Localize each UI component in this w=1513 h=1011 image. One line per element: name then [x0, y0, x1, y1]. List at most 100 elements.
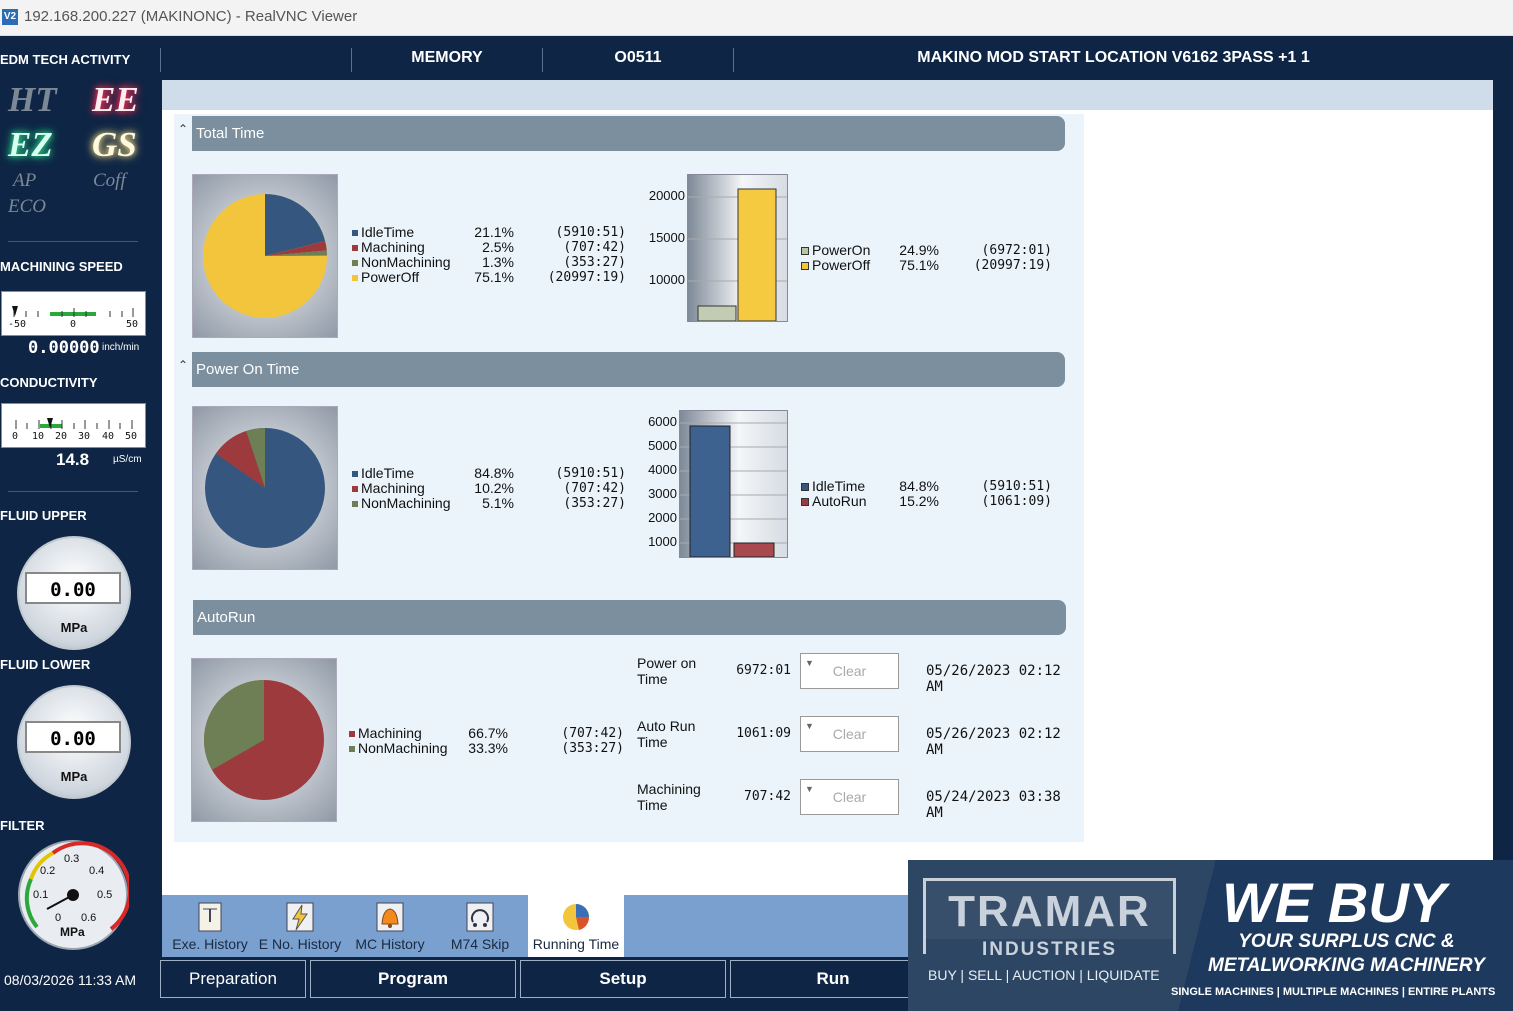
clock: 08/03/2026 11:33 AM	[4, 972, 137, 988]
total-bar-pcts: 24.9% 75.1%	[887, 243, 939, 273]
ad-headline: WE BUY	[1222, 871, 1446, 934]
nav-setup-button[interactable]: Setup	[520, 960, 726, 998]
legend-item: PowerOff	[801, 258, 870, 273]
machining-speed-unit: inch/min	[102, 342, 140, 353]
legend-item: NonMachining	[352, 496, 451, 511]
fluid-upper-gauge: 0.00 MPa	[17, 536, 131, 650]
filter-gauge: 0.1 0.2 0.3 0.4 0.5 0.6 0 MPa	[17, 839, 132, 951]
filter-tick-01: 0.1	[33, 889, 49, 901]
speed-tick-zero: 0	[70, 319, 77, 330]
lightning-icon	[286, 902, 314, 932]
power-bar-ytick: 6000	[648, 414, 677, 429]
legend-item: AutoRun	[801, 494, 866, 509]
nav-program-button[interactable]: Program	[310, 960, 516, 998]
legend-label: IdleTime	[361, 224, 415, 240]
legend-pct: 10.2%	[474, 480, 514, 496]
power-bar-pcts: 84.8% 15.2%	[887, 479, 939, 509]
section-header-total-time[interactable]: Total Time	[192, 116, 1065, 151]
filter-tick-06: 0.6	[81, 912, 97, 924]
vnc-logo-icon: V2	[2, 9, 18, 25]
machining-time-value: 707:42	[744, 789, 791, 804]
total-bar-times: (6972:01) (20997:19)	[959, 243, 1052, 273]
legend-item: Machining	[349, 726, 448, 741]
total-bar-ytick: 20000	[648, 188, 685, 203]
machining-reset-date: 05/24/2023 03:38 AM	[926, 789, 1061, 821]
fluid-lower-title: FLUID LOWER	[0, 657, 91, 672]
power-bar-times: (5910:51) (1061:09)	[959, 479, 1052, 509]
tab-e-no-history[interactable]: E No. History	[254, 895, 346, 957]
clear-auto-run-button[interactable]: ▼ Clear	[800, 716, 899, 752]
speed-tick-max: 50	[126, 319, 139, 330]
clear-machining-button[interactable]: ▼ Clear	[800, 779, 899, 815]
total-time-bar-chart	[687, 174, 788, 322]
tab-mc-history[interactable]: MC History	[347, 895, 433, 957]
legend-pct: 75.1%	[899, 257, 939, 273]
legend-item: NonMachining	[349, 741, 448, 756]
skip-icon	[466, 902, 494, 932]
filter-tick-03: 0.3	[64, 853, 80, 865]
bar-idletime	[689, 425, 731, 558]
mode-ez: EZ	[8, 125, 53, 164]
legend-item: IdleTime	[352, 466, 451, 481]
clear-power-on-button[interactable]: ▼ Clear	[800, 653, 899, 689]
section-header-power-on-time[interactable]: Power On Time	[192, 352, 1065, 387]
filter-unit: MPa	[60, 925, 85, 939]
legend-item: Machining	[352, 481, 451, 496]
legend-pct: 24.9%	[899, 242, 939, 258]
cond-tick-0: 0	[12, 431, 19, 442]
autorun-times: (707:42) (353:27)	[534, 726, 624, 756]
legend-pct: 75.1%	[474, 269, 514, 285]
nav-run-button[interactable]: Run	[730, 960, 936, 998]
legend-pct: 15.2%	[899, 493, 939, 509]
running-time-content: ⌃ Total Time IdleTime Machining NonMachi…	[174, 114, 1084, 842]
mode-gs: GS	[92, 125, 137, 164]
running-time-page: ⌃ Total Time IdleTime Machining NonMachi…	[162, 80, 1493, 895]
legend-swatch	[352, 275, 358, 282]
legend-time: (5910:51)	[555, 466, 626, 481]
conductivity-meter: 0 10 20 30 40 50	[1, 403, 146, 448]
machining-speed-title: MACHINING SPEED	[0, 259, 123, 274]
conductivity-value: 14.8	[56, 450, 90, 469]
auto-run-reset-date: 05/26/2023 02:12 AM	[926, 726, 1061, 758]
collapse-caret-icon[interactable]: ⌃	[178, 358, 188, 372]
tab-running-time[interactable]: Running Time	[528, 895, 624, 957]
bar-poweron	[697, 305, 737, 322]
legend-time: (353:27)	[561, 741, 624, 756]
legend-item: IdleTime	[352, 225, 451, 240]
legend-pct: 84.8%	[899, 478, 939, 494]
divider	[8, 241, 138, 242]
filter-tick-0: 0	[55, 912, 62, 924]
ad-subheadline: YOUR SURPLUS CNC & METALWORKING MACHINERY	[1208, 931, 1485, 976]
mode-coff: Coff	[93, 170, 126, 191]
legend-swatch	[349, 731, 355, 738]
tab-exe-history[interactable]: Exe. History	[167, 895, 253, 957]
legend-swatch	[352, 471, 358, 478]
run-mode: MEMORY	[411, 49, 483, 66]
power-bar-ytick: 5000	[648, 438, 677, 453]
section-header-autorun[interactable]: AutoRun	[193, 600, 1066, 635]
fluid-upper-unit: MPa	[60, 620, 88, 635]
legend-label: PowerOff	[361, 269, 420, 285]
ad-brand: TRAMAR	[948, 887, 1151, 936]
collapse-caret-icon[interactable]: ⌃	[178, 122, 188, 136]
dropdown-arrow-icon: ▼	[805, 721, 814, 731]
cond-tick-50: 50	[125, 431, 138, 442]
tab-m74-skip[interactable]: M74 Skip	[434, 895, 526, 957]
pie-chart-icon	[563, 904, 590, 930]
power-on-reset-date: 05/26/2023 02:12 AM	[926, 663, 1061, 695]
fluid-lower-gauge: 0.00 MPa	[17, 685, 131, 799]
auto-run-time-label: Auto Run Time	[637, 718, 696, 750]
mode-ap: AP	[13, 170, 37, 191]
speed-tick-min: -50	[8, 319, 27, 330]
status-header: MEMORY O0511 MAKINO MOD START LOCATION V…	[160, 36, 1493, 80]
power-on-pie-panel	[192, 406, 338, 570]
autorun-pie-panel	[191, 658, 337, 822]
legend-pct: 66.7%	[468, 725, 508, 741]
legend-label: PowerOn	[812, 242, 871, 258]
window-title-bar: V2 192.168.200.227 (MAKINONC) - RealVNC …	[0, 0, 1513, 36]
divider	[8, 491, 138, 492]
total-time-times: (5910:51) (707:42) (353:27) (20997:19)	[536, 225, 626, 285]
legend-swatch	[801, 262, 809, 271]
main-navigation: Preparation Program Setup Run	[160, 960, 936, 1000]
nav-preparation-button[interactable]: Preparation	[160, 960, 306, 998]
